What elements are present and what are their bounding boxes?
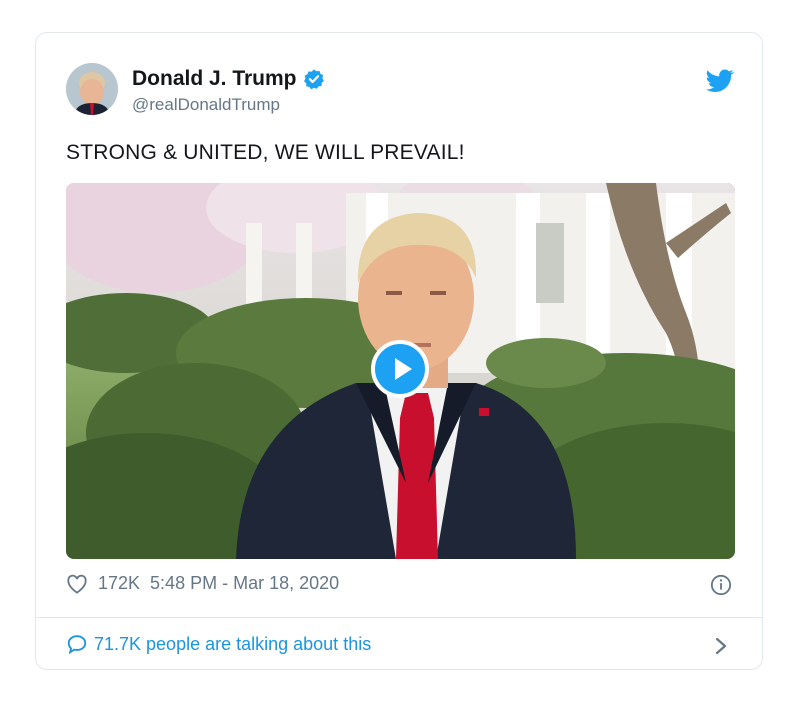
chevron-right-icon[interactable] — [714, 636, 728, 656]
tweet-card: Donald J. Trump @realDonaldTrump STRONG … — [35, 32, 763, 670]
conversation-link[interactable]: 71.7K people are talking about this — [66, 633, 371, 655]
twitter-bird-icon[interactable] — [706, 69, 734, 93]
author-name[interactable]: Donald J. Trump — [132, 67, 297, 91]
heart-icon[interactable] — [66, 574, 88, 594]
author-handle[interactable]: @realDonaldTrump — [132, 95, 280, 115]
author-name-row[interactable]: Donald J. Trump — [132, 67, 325, 91]
tweet-meta: 172K 5:48 PM - Mar 18, 2020 — [66, 573, 339, 594]
divider — [36, 617, 762, 618]
verified-badge-icon — [303, 69, 324, 90]
play-button[interactable] — [371, 340, 429, 398]
speech-bubble-icon — [67, 635, 87, 655]
tweet-timestamp[interactable]: 5:48 PM - Mar 18, 2020 — [150, 573, 339, 594]
info-icon[interactable] — [710, 574, 732, 596]
like-count[interactable]: 172K — [98, 573, 140, 594]
tweet-text: STRONG & UNITED, WE WILL PREVAIL! — [66, 141, 465, 164]
avatar[interactable] — [66, 63, 118, 115]
conversation-text[interactable]: 71.7K people are talking about this — [94, 634, 371, 655]
